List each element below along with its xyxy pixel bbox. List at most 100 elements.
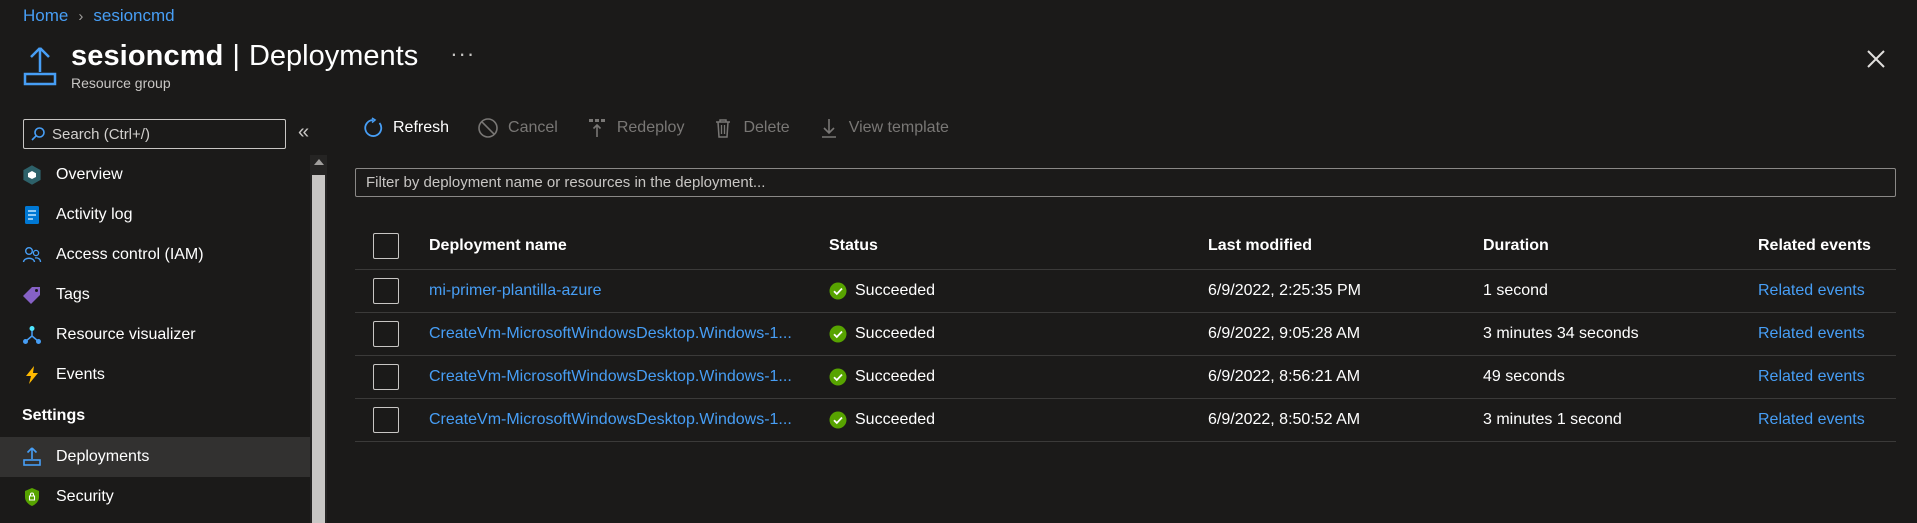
scrollbar-thumb[interactable] [312,175,325,523]
last-modified-cell: 6/9/2022, 9:05:28 AM [1208,325,1361,342]
duration-cell: 3 minutes 1 second [1483,411,1622,428]
column-header-related-events[interactable]: Related events [1758,237,1896,255]
sidebar-item-label: Deployments [56,448,150,465]
scroll-up-icon[interactable] [314,159,324,165]
related-events-link[interactable]: Related events [1758,282,1865,299]
duration-cell: 1 second [1483,282,1548,299]
sidebar-item-label: Tags [56,286,90,303]
close-icon[interactable] [1865,48,1887,70]
view-template-button[interactable]: View template [818,117,949,139]
chevron-right-icon: › [78,7,84,25]
sidebar-item-label: Access control (IAM) [56,246,204,263]
refresh-icon [362,117,384,139]
breadcrumb-home-link[interactable]: Home [23,6,68,26]
row-checkbox[interactable] [373,321,399,347]
delete-button[interactable]: Delete [712,117,790,139]
sidebar-item-label: Activity log [56,206,133,223]
deployment-name-link[interactable]: CreateVm-MicrosoftWindowsDesktop.Windows… [429,411,792,428]
view-template-label: View template [848,119,949,136]
sidebar-section-settings: Settings [22,407,86,424]
select-all-checkbox[interactable] [373,233,399,259]
duration-cell: 49 seconds [1483,368,1565,385]
related-events-link[interactable]: Related events [1758,325,1865,342]
visualizer-icon [22,325,42,345]
sidebar-item-activity-log[interactable]: Activity log [0,195,310,235]
sidebar-item-label: Events [56,366,105,383]
redeploy-icon [586,117,608,139]
overview-icon [22,165,42,185]
last-modified-cell: 6/9/2022, 2:25:35 PM [1208,282,1361,299]
filter-box[interactable] [355,168,1896,197]
row-checkbox[interactable] [373,278,399,304]
breadcrumb: Home › sesioncmd [23,6,175,26]
sidebar-search-input[interactable] [52,125,272,143]
trash-icon [712,117,734,139]
redeploy-button[interactable]: Redeploy [586,117,684,139]
refresh-button[interactable]: Refresh [362,117,449,139]
shield-icon [22,487,42,507]
filter-input[interactable] [366,174,1895,191]
page-header: sesioncmd | Deployments ··· Resource gro… [22,40,475,91]
sidebar-item-events[interactable]: Events [0,355,310,395]
sidebar-item-deployments[interactable]: Deployments [0,437,310,477]
row-checkbox[interactable] [373,407,399,433]
lightning-icon [22,365,42,385]
breadcrumb-current-link[interactable]: sesioncmd [93,6,174,26]
row-checkbox[interactable] [373,364,399,390]
success-check-icon [829,325,847,343]
status-text: Succeeded [855,325,936,342]
duration-cell: 3 minutes 34 seconds [1483,325,1639,342]
sidebar-item-label: Resource visualizer [56,326,196,343]
table-header: Deployment name Status Last modified Dur… [355,223,1896,270]
status-text: Succeeded [855,411,936,428]
refresh-label: Refresh [393,119,450,136]
sidebar-item-resource-visualizer[interactable]: Resource visualizer [0,315,310,355]
related-events-link[interactable]: Related events [1758,368,1865,385]
page-title-resource: sesioncmd [71,40,224,72]
sidebar-item-tags[interactable]: Tags [0,275,310,315]
sidebar-search[interactable] [23,119,286,149]
success-check-icon [829,411,847,429]
last-modified-cell: 6/9/2022, 8:56:21 AM [1208,368,1361,385]
deployment-name-link[interactable]: CreateVm-MicrosoftWindowsDesktop.Windows… [429,325,792,342]
deployment-name-link[interactable]: CreateVm-MicrosoftWindowsDesktop.Windows… [429,368,792,385]
status-text: Succeeded [855,368,936,385]
page-subtitle: Resource group [71,75,171,91]
sidebar-item-security[interactable]: Security [0,477,310,517]
sidebar-item-overview[interactable]: Overview [0,155,310,195]
collapse-sidebar-button[interactable]: « [298,121,309,144]
title-separator: | [232,40,240,72]
status-text: Succeeded [855,282,936,299]
success-check-icon [829,368,847,386]
cancel-button[interactable]: Cancel [477,117,558,139]
page-title: Deployments [248,40,419,72]
table-row[interactable]: CreateVm-MicrosoftWindowsDesktop.Windows… [355,356,1896,399]
sidebar-item-label: Overview [56,166,123,183]
deployments-icon [22,447,42,467]
delete-label: Delete [743,119,790,136]
search-icon [31,127,45,141]
column-header-name[interactable]: Deployment name [429,237,829,255]
command-bar: Refresh Cancel Redeploy Delete View temp… [362,117,949,139]
download-icon [818,117,840,139]
table-row[interactable]: CreateVm-MicrosoftWindowsDesktop.Windows… [355,313,1896,356]
sidebar-nav: Overview Activity log Access control (IA… [0,155,310,517]
sidebar-item-label: Security [56,488,114,505]
last-modified-cell: 6/9/2022, 8:50:52 AM [1208,411,1361,428]
table-row[interactable]: CreateVm-MicrosoftWindowsDesktop.Windows… [355,399,1896,442]
success-check-icon [829,282,847,300]
tag-icon [22,285,42,305]
deployments-table: Deployment name Status Last modified Dur… [355,223,1896,442]
deployment-name-link[interactable]: mi-primer-plantilla-azure [429,282,601,299]
column-header-duration[interactable]: Duration [1483,237,1758,255]
sidebar-item-iam[interactable]: Access control (IAM) [0,235,310,275]
iam-icon [22,245,42,265]
cancel-icon [477,117,499,139]
deployments-icon [23,47,57,86]
column-header-last-modified[interactable]: Last modified [1208,237,1483,255]
related-events-link[interactable]: Related events [1758,411,1865,428]
table-row[interactable]: mi-primer-plantilla-azure Succeeded 6/9/… [355,270,1896,313]
more-options-button[interactable]: ··· [450,41,475,67]
column-header-status[interactable]: Status [829,237,1208,255]
sidebar-scrollbar[interactable] [310,155,327,523]
